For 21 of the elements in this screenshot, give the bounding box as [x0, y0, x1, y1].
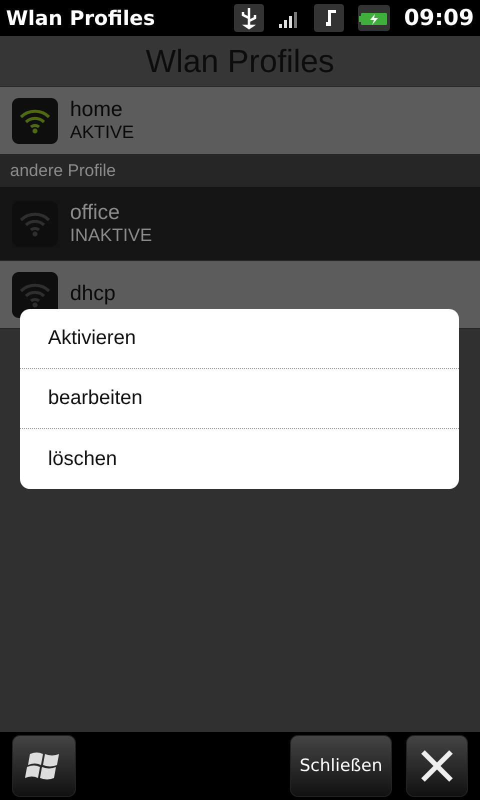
profile-name: office: [70, 201, 121, 226]
app-title: Wlan Profiles: [6, 6, 156, 30]
menu-item[interactable]: löschen: [20, 429, 459, 489]
start-button[interactable]: [12, 735, 76, 797]
clock-time: 09:09: [404, 6, 474, 30]
profile-name: dhcp: [70, 282, 116, 307]
close-icon: [420, 749, 454, 783]
music-note-icon: [314, 4, 344, 32]
wifi-icon: [12, 200, 58, 246]
section-header: andere Profile: [10, 161, 116, 181]
profile-item[interactable]: office INAKTIVE: [0, 187, 480, 261]
close-button[interactable]: Schließen: [290, 735, 392, 797]
battery-icon: [358, 5, 390, 31]
profile-name: home: [70, 98, 124, 122]
menu-item[interactable]: bearbeiten: [20, 369, 459, 429]
profile-status: AKTIVE: [70, 122, 134, 143]
wifi-icon: [12, 98, 58, 144]
usb-icon: [234, 4, 264, 32]
menu-item[interactable]: Aktivieren: [20, 309, 459, 369]
profile-status: INAKTIVE: [70, 225, 152, 246]
exit-button[interactable]: [406, 735, 468, 797]
